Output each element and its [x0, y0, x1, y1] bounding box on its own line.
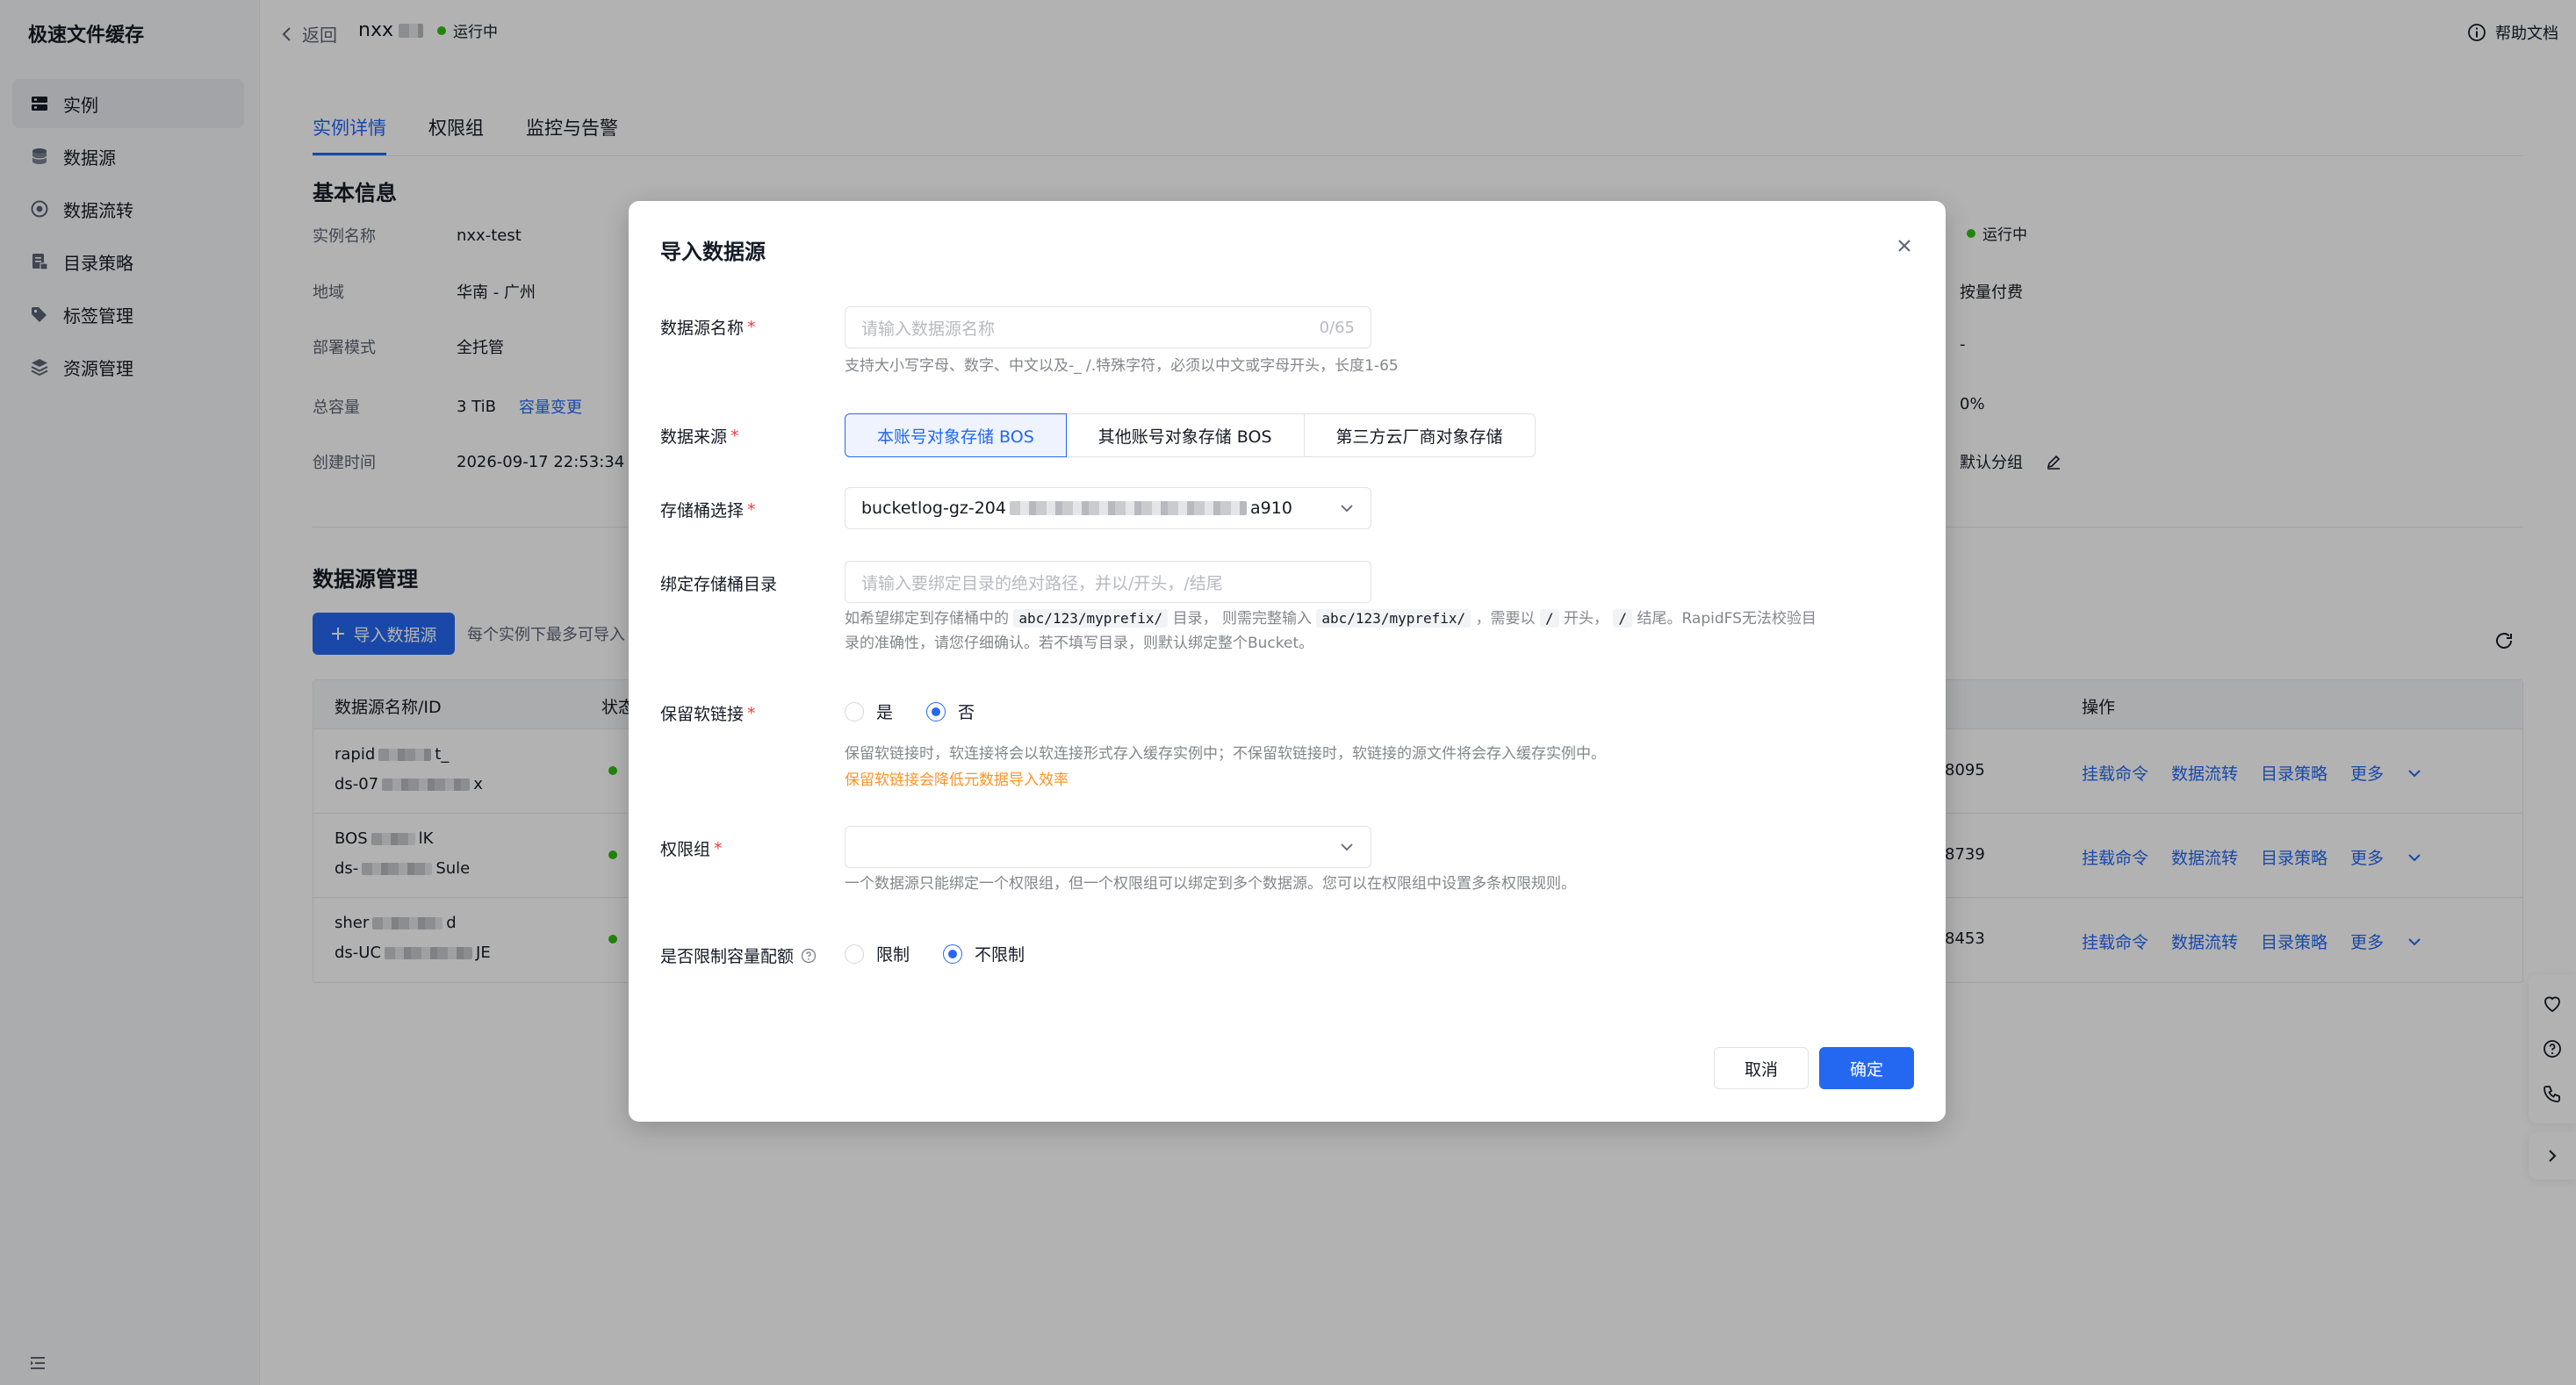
label-text: 数据来源: [660, 427, 728, 447]
radio-circle: [926, 701, 946, 721]
hint-code: abc/123/myprefix/: [1316, 609, 1471, 628]
label-text: 是否限制容量配额: [660, 947, 795, 966]
hint-text: 目录， 则需完整输入: [1172, 610, 1312, 628]
perm-hint: 一个数据源只能绑定一个权限组，但一个权限组可以绑定到多个数据源。您可以在权限组中…: [845, 875, 1576, 893]
help-circle-icon[interactable]: [801, 948, 817, 964]
source-option-other-bos[interactable]: 其他账号对象存储 BOS: [1065, 413, 1305, 457]
quota-radio-group: 限制 不限制: [845, 942, 1025, 965]
label-text: 存储桶选择: [660, 501, 745, 520]
symlink-warning: 保留软链接会降低元数据导入效率: [845, 771, 1069, 789]
quota-field-label: 是否限制容量配额: [660, 944, 817, 967]
required-mark: *: [747, 499, 756, 520]
radio-label: 限制: [876, 945, 910, 965]
hint-text: ，需要以: [1475, 610, 1536, 628]
required-mark: *: [747, 703, 756, 723]
bucket-select[interactable]: bucketlog-gz-204 a910: [845, 487, 1371, 529]
bucket-value-suffix: a910: [1250, 499, 1292, 518]
radio-label: 是: [876, 703, 894, 722]
radio-label: 不限制: [975, 945, 1025, 965]
label-text: 数据源名称: [660, 319, 745, 338]
perm-field-label: 权限组 *: [660, 836, 723, 860]
dir-placeholder: 请输入要绑定目录的绝对路径，并以/开头，/结尾: [861, 573, 1223, 593]
bucket-field-label: 存储桶选择 *: [660, 498, 756, 521]
source-segmented: 本账号对象存储 BOS 其他账号对象存储 BOS 第三方云厂商对象存储: [845, 413, 1536, 457]
dir-hint: 如希望绑定到存储桶中的 abc/123/myprefix/ 目录， 则需完整输入…: [845, 606, 1898, 656]
hint-text: 录的准确性，请您仔细确认。若不填写目录，则默认绑定整个Bucket。: [845, 635, 1314, 652]
datasource-name-input[interactable]: 请输入数据源名称 0/65: [845, 306, 1371, 348]
hint-text: 结尾。RapidFS无法校验目: [1637, 610, 1817, 628]
hint-text: 如希望绑定到存储桶中的: [845, 610, 1009, 628]
import-datasource-dialog: 导入数据源 数据源名称 * 请输入数据源名称 0/65 支持大小写字母、数字、中文…: [629, 201, 1946, 1122]
hint-code: abc/123/myprefix/: [1013, 609, 1169, 628]
chevron-down-icon: [1341, 505, 1353, 513]
quota-unlimited-radio[interactable]: 不限制: [943, 942, 1025, 965]
label-text: 绑定存储桶目录: [660, 575, 778, 594]
symlink-no-radio[interactable]: 否: [926, 700, 975, 723]
close-icon[interactable]: [1895, 236, 1914, 255]
required-mark: *: [730, 426, 739, 446]
required-mark: *: [714, 838, 723, 858]
quota-limit-radio[interactable]: 限制: [845, 942, 910, 965]
cancel-button[interactable]: 取消: [1714, 1047, 1809, 1089]
bucket-value-prefix: bucketlog-gz-204: [861, 499, 1006, 518]
label-text: 权限组: [660, 840, 711, 859]
symlink-yes-radio[interactable]: 是: [845, 700, 893, 723]
redacted-text: [1010, 501, 1247, 515]
name-counter: 0/65: [1319, 318, 1355, 337]
radio-circle: [943, 944, 963, 964]
name-placeholder: 请输入数据源名称: [861, 319, 996, 339]
hint-code: /: [1613, 609, 1633, 628]
hint-text: 开头，: [1564, 610, 1609, 628]
source-option-own-bos[interactable]: 本账号对象存储 BOS: [845, 413, 1067, 457]
chevron-down-icon: [1341, 843, 1353, 851]
source-field-label: 数据来源 *: [660, 424, 739, 448]
radio-circle: [845, 944, 864, 964]
radio-circle: [845, 701, 864, 721]
bucket-dir-input[interactable]: 请输入要绑定目录的绝对路径，并以/开头，/结尾: [845, 561, 1371, 603]
label-text: 保留软链接: [660, 705, 745, 724]
symlink-field-label: 保留软链接 *: [660, 701, 756, 725]
name-field-label: 数据源名称 *: [660, 315, 756, 339]
confirm-button[interactable]: 确定: [1819, 1047, 1914, 1089]
hint-code: /: [1539, 609, 1559, 628]
symlink-radio-group: 是 否: [845, 700, 975, 723]
name-hint: 支持大小写字母、数字、中文以及-_ /.特殊字符，必须以中文或字母开头，长度1-…: [845, 357, 1399, 375]
permission-group-select[interactable]: [845, 826, 1371, 868]
dialog-title: 导入数据源: [660, 240, 766, 264]
radio-label: 否: [958, 703, 975, 722]
source-option-third-party[interactable]: 第三方云厂商对象存储: [1303, 413, 1536, 457]
dir-field-label: 绑定存储桶目录: [660, 571, 777, 595]
symlink-hint: 保留软链接时，软连接将会以软连接形式存入缓存实例中；不保留软链接时，软链接的源文…: [845, 745, 1606, 763]
required-mark: *: [747, 317, 756, 337]
